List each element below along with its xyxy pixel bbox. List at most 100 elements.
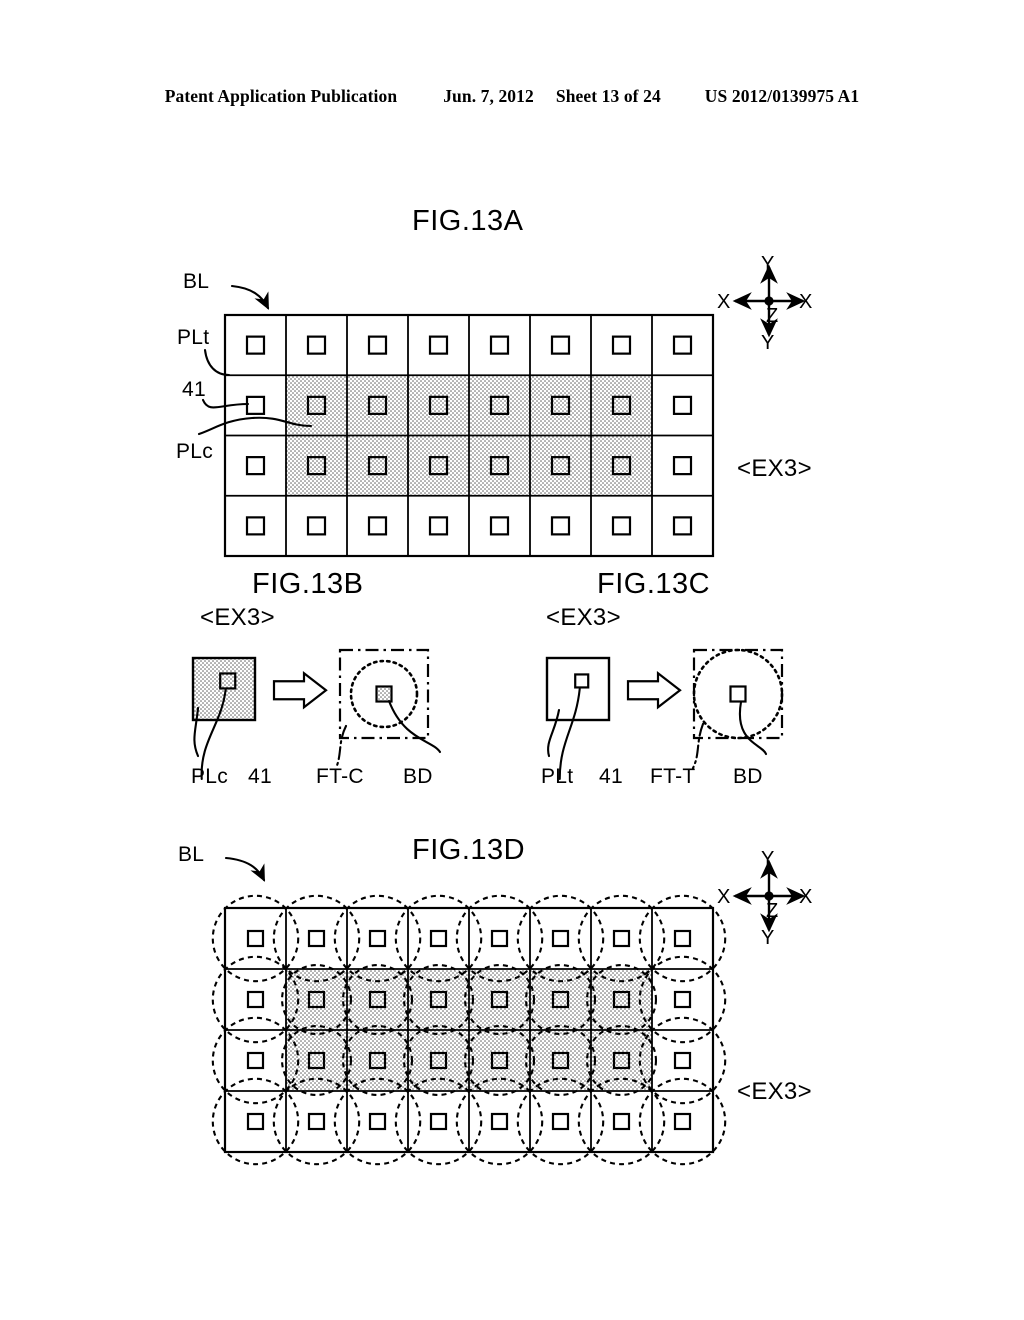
fig13a-element-41 [367, 456, 388, 476]
fig13a-element-41 [550, 335, 571, 355]
fig13d-beam-circle-outer [577, 894, 666, 983]
figure-title-13b: FIG.13B [252, 568, 364, 600]
figure-13d-label-bl: BL [178, 843, 205, 866]
fig13d-element-41 [490, 929, 509, 948]
fig13d-beam-circle-center [585, 963, 658, 1036]
fig13d-beam-circle-outer [211, 1077, 300, 1166]
fig13a-element-41 [245, 395, 266, 415]
fig13c-leader-bd [738, 700, 768, 756]
fig13a-grid-border [223, 313, 715, 558]
fig13b-transform-arrow [272, 670, 328, 710]
fig13d-grid [211, 894, 727, 1166]
fig13b-panel [191, 648, 430, 740]
fig13b-element-41-square [219, 672, 237, 690]
fig13b-leader-bd [387, 699, 442, 754]
fig13a-element-41 [306, 335, 327, 355]
fig13a-shaded-region [286, 375, 652, 496]
figure-13bc-canvas [191, 648, 784, 780]
fig13d-circle-layer [211, 894, 727, 1166]
fig13a-element-41 [672, 516, 693, 536]
figure-13a-ex3-label: <EX3> [737, 455, 812, 482]
fig13d-element-41 [551, 990, 570, 1009]
figure-13a-axis-y-bottom: Y [761, 332, 775, 354]
fig13d-element-41 [246, 1112, 265, 1131]
fig13b-bd-square [375, 685, 393, 703]
figure-13b-label-41: 41 [248, 765, 272, 788]
fig13d-beam-circle-outer [211, 894, 300, 983]
fig13a-element-41 [550, 516, 571, 536]
fig13d-beam-circle-outer [272, 894, 361, 983]
fig13a-element-41 [489, 516, 510, 536]
fig13d-element-41 [673, 929, 692, 948]
fig13a-leader-lines [197, 284, 313, 436]
fig13a-element-41 [550, 395, 571, 415]
fig13d-beam-circle-outer [272, 1077, 361, 1166]
fig13d-beam-circle-center [280, 1024, 353, 1097]
fig13a-element-41 [672, 456, 693, 476]
fig13d-beam-circle-outer [638, 1016, 727, 1105]
fig13d-beam-circle-center [524, 1024, 597, 1097]
fig13a-element-41 [428, 456, 449, 476]
fig13c-source-square [545, 656, 611, 722]
figure-13a-canvas [197, 264, 806, 558]
fig13c-leader-plt [547, 708, 561, 758]
figure-13a-axis-z: Z [766, 305, 779, 327]
figure-title-13d: FIG.13D [412, 834, 526, 866]
header-patent-number: US 2012/0139975 A1 [704, 86, 860, 106]
fig13c-bd-square [729, 685, 747, 703]
figure-13d-axis-z: Z [766, 900, 779, 922]
fig13d-element-41 [551, 929, 570, 948]
fig13c-element-41-square [574, 673, 590, 689]
fig13d-element-41 [490, 990, 509, 1009]
fig13a-element-41 [672, 335, 693, 355]
fig13d-element-41 [429, 929, 448, 948]
fig13a-element-41 [306, 395, 327, 415]
fig13d-beam-circle-outer [211, 955, 300, 1044]
fig13d-beam-circle-center [341, 1024, 414, 1097]
fig13d-beam-circle-outer [455, 894, 544, 983]
fig13a-element-41 [489, 456, 510, 476]
fig13a-element-41 [306, 516, 327, 536]
fig13d-grid-border [223, 906, 715, 1154]
fig13d-beam-circle-center [341, 963, 414, 1036]
figure-13a-label-plt: PLt [177, 326, 210, 349]
figure-13a-axis-y-top: Y [761, 253, 775, 275]
figure-13c-label-41: 41 [599, 765, 623, 788]
fig13d-element-41 [368, 1051, 387, 1070]
fig13d-beam-circle-outer [577, 1077, 666, 1166]
fig13a-element-41 [367, 516, 388, 536]
fig13d-element-41 [246, 990, 265, 1009]
fig13a-element-41 [489, 395, 510, 415]
figure-13b-ex3-label: <EX3> [200, 604, 275, 631]
fig13c-beam-circle [692, 648, 784, 740]
figure-13d-axis-x-right: X [799, 886, 813, 908]
figure-13a-label-plc: PLc [176, 440, 214, 463]
figure-13b-label-plc: PLc [191, 765, 229, 788]
fig13d-element-41 [551, 1051, 570, 1070]
fig13d-beam-circle-outer [394, 1077, 483, 1166]
fig13d-element-41 [490, 1051, 509, 1070]
fig13d-element-41 [368, 990, 387, 1009]
figure-13a-label-bl: BL [183, 270, 210, 293]
patent-drawing-page: Patent Application Publication Jun. 7, 2… [0, 0, 1024, 1320]
figure-13b-label-ftc: FT-C [316, 765, 364, 788]
fig13d-beam-circle-center [463, 963, 536, 1036]
fig13d-element-41 [612, 1051, 631, 1070]
figure-13a-label-41: 41 [182, 378, 206, 401]
header-publication: Patent Application Publication [164, 86, 398, 106]
fig13a-leader-bl [230, 284, 270, 310]
fig13d-element-41 [673, 1112, 692, 1131]
fig13d-beam-circle-center [402, 963, 475, 1036]
fig13b-leader-plc [193, 706, 200, 758]
fig13d-element-41 [246, 929, 265, 948]
fig13c-leader-ftt [691, 722, 705, 770]
fig13d-beam-circle-center [524, 963, 597, 1036]
fig13d-beam-circle-outer [211, 1016, 300, 1105]
fig13a-element-41 [489, 335, 510, 355]
fig13d-beam-circle-outer [333, 1077, 422, 1166]
fig13d-leader-lines [224, 856, 266, 882]
fig13c-panel [545, 648, 784, 740]
fig13d-element-41 [307, 929, 326, 948]
fig13b-dest-boundary-square [338, 648, 430, 740]
fig13d-beam-circle-outer [516, 1077, 605, 1166]
